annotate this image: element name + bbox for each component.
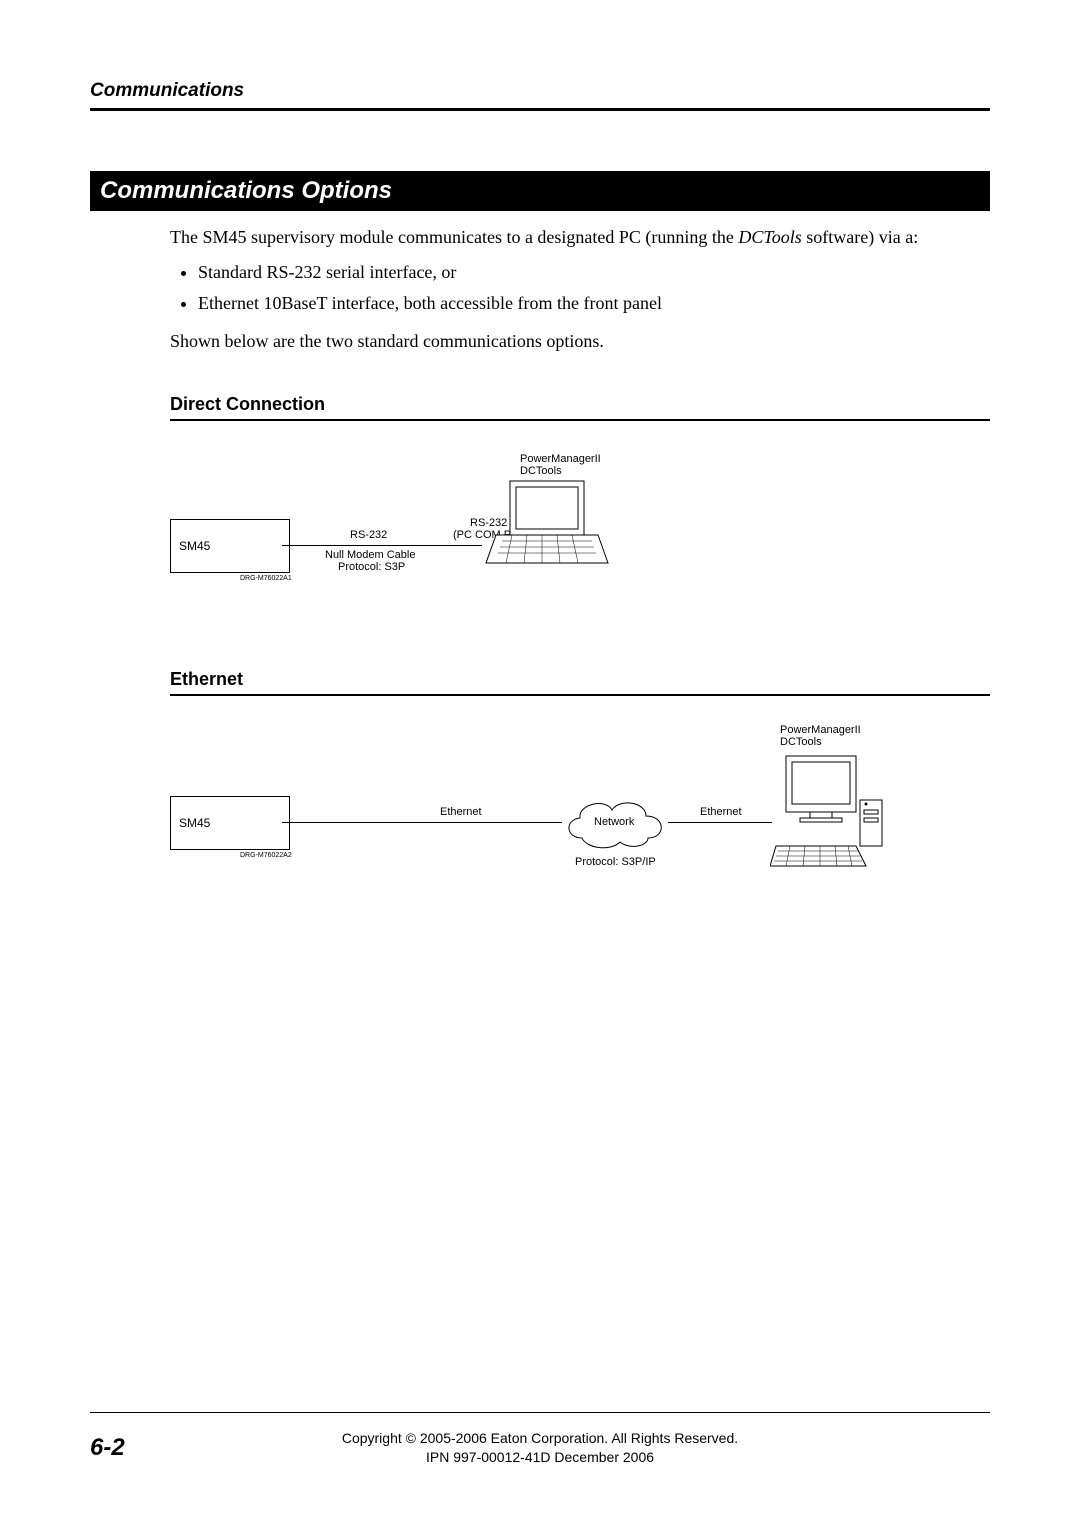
- header-chapter: Communications: [90, 80, 990, 102]
- direct-pc-line2: DCTools: [520, 465, 562, 477]
- intro-p2: Shown below are the two standard communi…: [170, 329, 990, 354]
- direct-diagram: SM45 DRG-M76022A1 RS-232 Null Modem Cabl…: [170, 449, 990, 609]
- ethernet-rule: [170, 694, 990, 696]
- intro-bullet-1: Ethernet 10BaseT interface, both accessi…: [198, 291, 990, 316]
- ethernet-diagram: PowerManagerII DCTools SM45 DRG-M76022A2…: [170, 724, 990, 894]
- eth-network-label: Network: [594, 816, 634, 828]
- direct-ref: DRG-M76022A1: [240, 575, 292, 582]
- header-rule: [90, 108, 990, 111]
- direct-pc-line1: PowerManagerII: [520, 453, 601, 465]
- intro-em: DCTools: [738, 227, 801, 247]
- eth-eth1-label: Ethernet: [440, 806, 482, 818]
- desktop-icon: [770, 750, 890, 870]
- eth-pc-line2: DCTools: [780, 736, 822, 748]
- direct-sm45-box: SM45: [170, 519, 290, 573]
- eth-sm45-label: SM45: [179, 816, 210, 830]
- footer-rule: [90, 1412, 990, 1413]
- intro-p1b: software) via a:: [802, 227, 918, 247]
- intro-p1a: The SM45 supervisory module communicates…: [170, 227, 738, 247]
- footer-ipn: IPN 997-00012-41D December 2006: [180, 1448, 900, 1468]
- eth-line-1: [282, 822, 562, 823]
- eth-pc-line1: PowerManagerII: [780, 724, 861, 736]
- direct-cable-line: [282, 545, 482, 546]
- eth-ref: DRG-M76022A2: [240, 852, 292, 859]
- direct-rule: [170, 419, 990, 421]
- section-title: Communications Options: [90, 171, 990, 211]
- ethernet-heading: Ethernet: [170, 669, 990, 690]
- eth-line-2: [668, 822, 772, 823]
- direct-sm45-label: SM45: [179, 539, 210, 553]
- eth-sm45-box: SM45: [170, 796, 290, 850]
- laptop-icon: [482, 477, 612, 577]
- direct-rs232-label: RS-232: [350, 529, 387, 541]
- footer: 6-2 Copyright © 2005-2006 Eaton Corporat…: [90, 1404, 990, 1468]
- direct-heading: Direct Connection: [170, 394, 990, 415]
- page-number: 6-2: [90, 1434, 180, 1462]
- intro-text: The SM45 supervisory module communicates…: [170, 225, 990, 354]
- intro-bullet-0: Standard RS-232 serial interface, or: [198, 260, 990, 285]
- direct-protocol-label: Protocol: S3P: [338, 561, 405, 573]
- direct-cable-label: Null Modem Cable: [325, 549, 415, 561]
- footer-copyright: Copyright © 2005-2006 Eaton Corporation.…: [180, 1429, 900, 1449]
- eth-eth2-label: Ethernet: [700, 806, 742, 818]
- eth-protocol-label: Protocol: S3P/IP: [575, 856, 656, 868]
